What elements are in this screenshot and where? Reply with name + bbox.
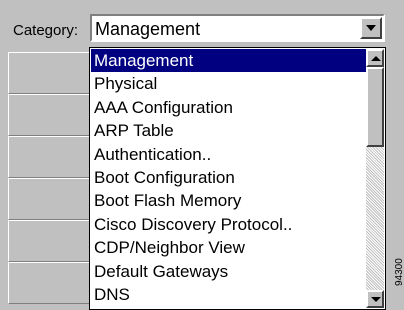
- chevron-down-icon: [366, 25, 376, 31]
- dropdown-option[interactable]: Cisco Discovery Protocol..: [91, 213, 366, 236]
- dropdown-option[interactable]: CDP/Neighbor View: [91, 236, 366, 259]
- scroll-thumb[interactable]: [366, 67, 384, 147]
- background-field: [8, 52, 90, 94]
- arrow-up-icon: [371, 56, 381, 61]
- dropdown-option[interactable]: DNS: [91, 283, 366, 306]
- category-dropdown-list[interactable]: Management Physical AAA Configuration ARP T…: [89, 47, 386, 310]
- background-field: [8, 136, 90, 178]
- figure-id: 94300: [394, 258, 404, 286]
- scroll-up-button[interactable]: [366, 49, 384, 67]
- dropdown-option[interactable]: Boot Flash Memory: [91, 189, 366, 212]
- scroll-down-button[interactable]: [366, 290, 384, 308]
- category-panel: Category: Management Management Physical A…: [0, 0, 404, 310]
- background-field: [8, 262, 90, 304]
- category-combobox[interactable]: Management: [90, 14, 385, 42]
- dropdown-option[interactable]: Default Gateways: [91, 260, 366, 283]
- arrow-down-icon: [371, 297, 381, 302]
- dropdown-option[interactable]: Boot Configuration: [91, 166, 366, 189]
- dropdown-options: Management Physical AAA Configuration ARP T…: [91, 49, 366, 306]
- dropdown-option[interactable]: AAA Configuration: [91, 96, 366, 119]
- category-selected-value: Management: [95, 19, 201, 39]
- background-field: [8, 178, 90, 220]
- dropdown-option[interactable]: Authentication..: [91, 143, 366, 166]
- background-field-column: [8, 52, 90, 310]
- combobox-dropdown-button[interactable]: [360, 17, 382, 39]
- category-label: Category:: [13, 22, 79, 39]
- background-field: [8, 94, 90, 136]
- vertical-scrollbar[interactable]: [366, 49, 384, 308]
- background-field: [8, 220, 90, 262]
- dropdown-option[interactable]: Physical: [91, 72, 366, 95]
- dropdown-option[interactable]: ARP Table: [91, 119, 366, 142]
- dropdown-option[interactable]: Management: [91, 49, 366, 73]
